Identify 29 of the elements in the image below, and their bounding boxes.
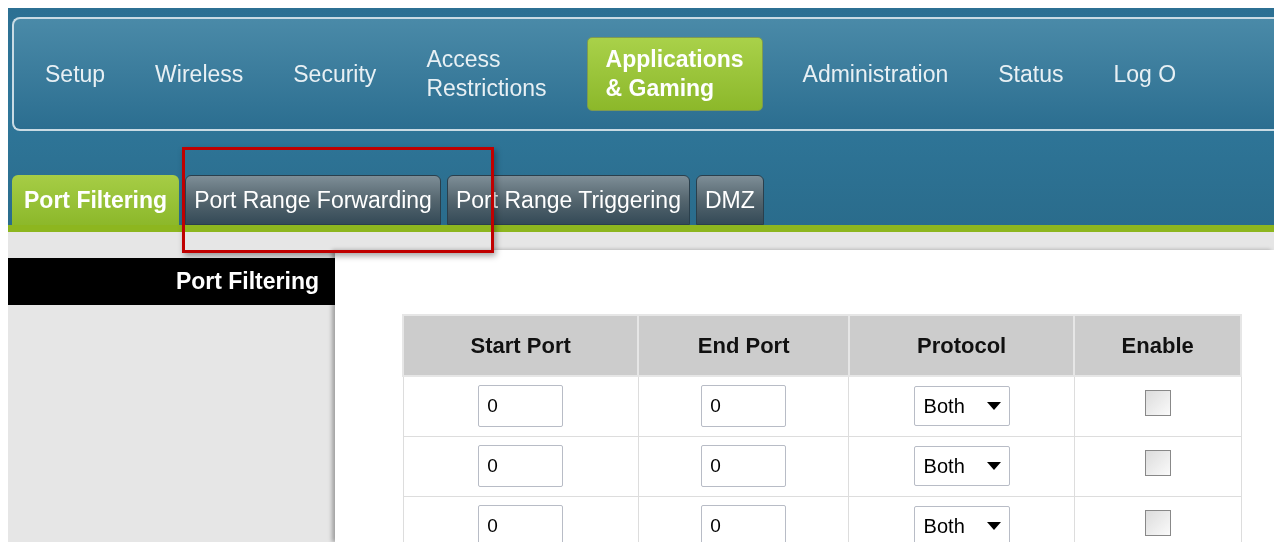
port-input[interactable]: 0 (701, 385, 787, 428)
nav-item[interactable]: Status (988, 59, 1074, 89)
enable-checkbox[interactable] (1144, 449, 1171, 476)
nav-item[interactable]: Log O (1103, 59, 1187, 89)
column-header: Start Port (403, 315, 639, 376)
port-input[interactable]: 0 (701, 445, 787, 487)
column-header: Enable (1074, 315, 1241, 376)
nav-item[interactable]: Wireless (145, 59, 254, 89)
caret-icon (986, 462, 1001, 470)
column-header: Protocol (848, 315, 1075, 376)
port-input[interactable]: 0 (478, 505, 564, 542)
port-input[interactable]: 0 (701, 505, 787, 542)
sidebar-heading: Port Filtering (8, 258, 335, 305)
caret-icon (986, 402, 1001, 411)
protocol-dropdown[interactable]: Both (913, 506, 1010, 542)
port-input[interactable]: 0 (478, 385, 564, 428)
nav-item[interactable]: Security (283, 59, 387, 89)
tab[interactable]: DMZ (695, 175, 764, 225)
column-header: End Port (638, 315, 849, 376)
tab[interactable]: Port Range Forwarding (185, 175, 441, 225)
enable-checkbox[interactable] (1144, 389, 1171, 416)
protocol-dropdown[interactable]: Both (913, 386, 1010, 427)
nav-item[interactable]: Setup (35, 59, 116, 89)
caret-icon (986, 522, 1001, 530)
enable-checkbox[interactable] (1144, 509, 1171, 536)
port-input[interactable]: 0 (478, 445, 564, 487)
nav-item[interactable]: Administration (792, 59, 959, 89)
protocol-dropdown[interactable]: Both (913, 446, 1010, 486)
nav-item[interactable]: Access Restrictions (416, 45, 557, 103)
